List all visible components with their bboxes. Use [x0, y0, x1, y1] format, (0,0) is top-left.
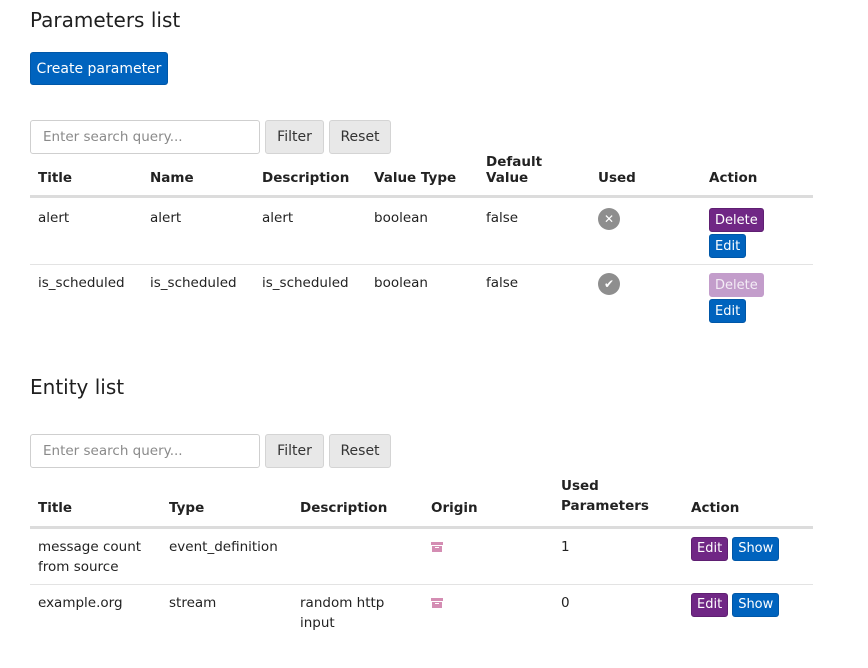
edit-button[interactable]: Edit	[691, 536, 729, 561]
cell-description	[292, 527, 423, 585]
cell-description: alert	[254, 196, 366, 265]
cell-action: Edit Show	[683, 527, 813, 585]
cell-used: ✕	[590, 196, 701, 265]
parameters-title: Parameters list	[30, 8, 181, 32]
cell-title: message count from source	[30, 527, 161, 585]
column-header-description[interactable]: Description	[292, 474, 423, 529]
column-header-used[interactable]: Used	[590, 154, 701, 198]
cell-origin	[423, 584, 553, 641]
edit-button[interactable]: Edit	[709, 234, 747, 258]
cell-title: example.org	[30, 584, 161, 641]
column-header-origin[interactable]: Origin	[423, 474, 553, 529]
create-parameter-button[interactable]: Create parameter	[30, 52, 168, 85]
cell-name: alert	[142, 196, 254, 265]
parameters-search-input[interactable]	[30, 120, 260, 154]
column-header-value-type[interactable]: Value Type	[366, 154, 478, 198]
entities-filter-button[interactable]: Filter	[265, 434, 324, 468]
cell-title-line: message count	[38, 538, 142, 555]
table-row: message count from source event_definiti…	[30, 527, 813, 585]
entities-search-input[interactable]	[30, 434, 260, 468]
cell-used-parameters: 1	[553, 527, 683, 585]
cell-origin	[423, 527, 553, 585]
table-row: alert alert alert boolean false ✕ Delete…	[30, 196, 813, 265]
entities-title: Entity list	[30, 375, 125, 399]
table-row: example.org stream random http input 0 E…	[30, 584, 813, 641]
parameters-search-row: Filter Reset	[30, 120, 391, 154]
parameters-header-row: Title Name Description Value Type Defaul…	[30, 154, 813, 198]
check-circle-icon: ✔	[598, 273, 620, 295]
column-header-description[interactable]: Description	[254, 154, 366, 198]
edit-button[interactable]: Edit	[709, 299, 747, 323]
cell-used-parameters: 0	[561, 594, 570, 611]
column-header-title[interactable]: Title	[30, 154, 142, 198]
entities-header-row: Title Type Description Origin Used Param…	[30, 474, 813, 529]
cell-description: is_scheduled	[262, 275, 349, 291]
entities-table: Title Type Description Origin Used Param…	[30, 474, 813, 641]
archive-icon	[431, 541, 443, 552]
cell-value-type: boolean	[366, 196, 478, 265]
cell-description-line: input	[300, 614, 335, 631]
column-header-title[interactable]: Title	[30, 474, 161, 529]
cell-default-value: false	[478, 196, 590, 265]
column-header-default-value[interactable]: Default Value	[478, 154, 590, 198]
show-button[interactable]: Show	[732, 536, 780, 561]
column-header-action: Action	[683, 474, 813, 529]
edit-button[interactable]: Edit	[691, 592, 729, 617]
cell-default-value: false	[486, 275, 519, 291]
cell-action: Delete Edit	[701, 265, 813, 333]
cell-title: alert	[30, 196, 142, 265]
cell-action: Delete Edit	[701, 196, 813, 265]
delete-button-disabled: Delete	[709, 273, 764, 297]
column-header-used-parameters-label: Used Parameters	[561, 477, 649, 514]
column-header-type[interactable]: Type	[161, 474, 292, 529]
cell-title: is_scheduled	[38, 275, 125, 291]
entities-search-row: Filter Reset	[30, 434, 391, 468]
parameters-reset-button[interactable]: Reset	[329, 120, 391, 154]
table-row: is_scheduled is_scheduled is_scheduled b…	[30, 265, 813, 333]
cell-type: stream	[169, 594, 217, 611]
entities-reset-button[interactable]: Reset	[329, 434, 391, 468]
cell-description: random http input	[292, 584, 423, 641]
cell-name: is_scheduled	[150, 275, 237, 291]
cell-value-type: boolean	[374, 275, 428, 291]
x-circle-icon: ✕	[598, 208, 620, 230]
cell-title-line: from source	[38, 558, 119, 575]
delete-button[interactable]: Delete	[709, 208, 764, 232]
column-header-used-parameters[interactable]: Used Parameters	[553, 474, 683, 529]
parameters-table: Title Name Description Value Type Defaul…	[30, 154, 813, 333]
column-header-name[interactable]: Name	[142, 154, 254, 198]
parameters-filter-button[interactable]: Filter	[265, 120, 324, 154]
show-button[interactable]: Show	[732, 592, 780, 617]
cell-used: ✔	[590, 265, 701, 333]
cell-action: Edit Show	[683, 584, 813, 641]
column-header-action: Action	[701, 154, 813, 198]
cell-title-line: example.org	[38, 594, 123, 611]
archive-icon	[431, 597, 443, 608]
cell-type: event_definition	[161, 527, 292, 585]
cell-description-line: random http	[300, 594, 385, 611]
